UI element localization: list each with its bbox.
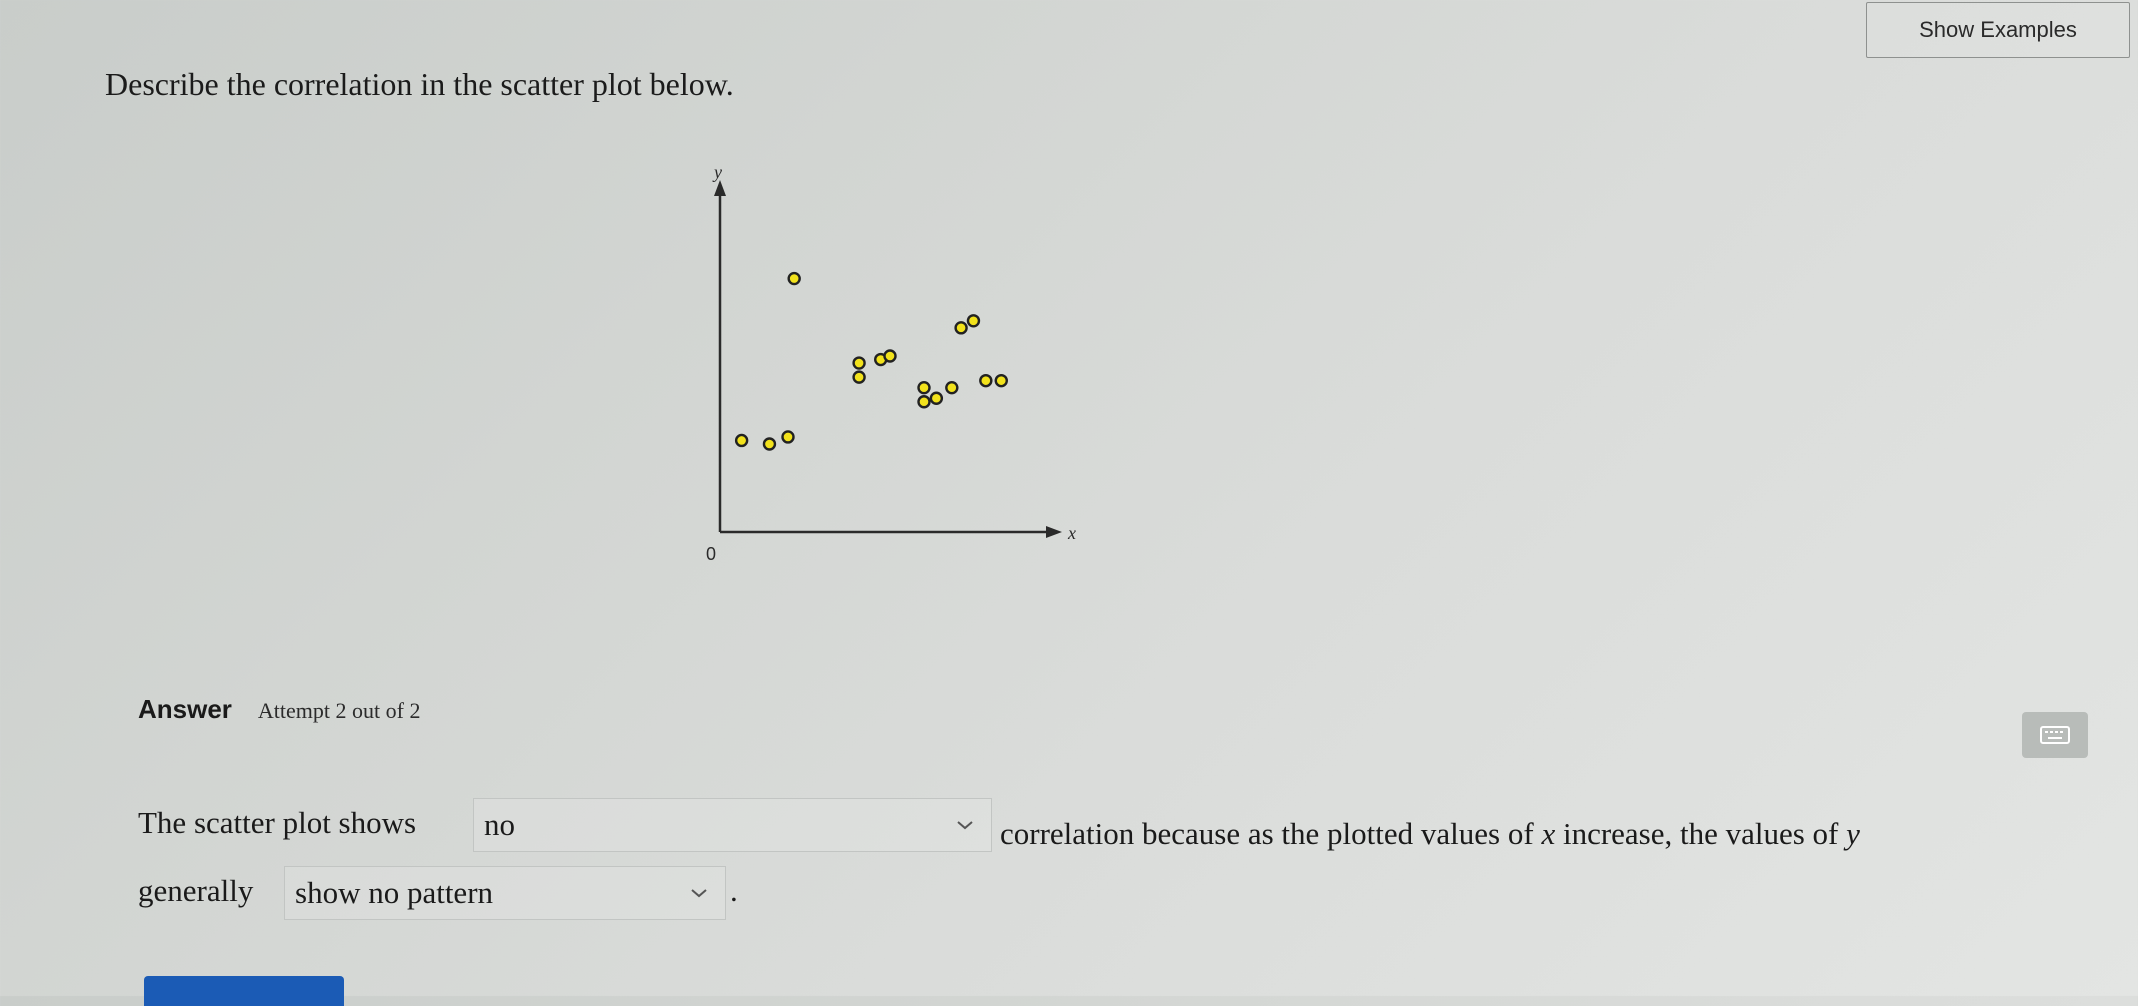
scatter-point: [781, 430, 795, 444]
submit-button[interactable]: [144, 976, 344, 1006]
scatter-point: [966, 314, 981, 328]
pattern-select[interactable]: show no pattern: [284, 866, 726, 920]
scatter-point: [762, 437, 777, 451]
scatter-point: [917, 380, 931, 395]
answer-sentence-part2-line: correlation because as the plotted value…: [1000, 816, 1860, 852]
answer-sentence-part2: correlation because as the plotted value…: [1000, 816, 1534, 851]
chevron-down-icon: [691, 889, 707, 898]
x-axis-arrow-icon: [1046, 526, 1062, 538]
y-axis-arrow-icon: [714, 180, 726, 196]
sentence-period: .: [730, 873, 738, 908]
answer-sentence-part3: increase, the values of: [1562, 816, 1839, 851]
scatter-point: [979, 373, 993, 388]
variable-x: x: [1541, 816, 1556, 851]
chevron-down-icon: [957, 821, 973, 830]
answer-sentence-part4: generally: [138, 873, 254, 908]
attempt-counter: Attempt 2 out of 2: [257, 698, 421, 723]
scatter-point: [852, 370, 866, 384]
show-examples-button[interactable]: Show Examples: [1866, 2, 2130, 58]
scatter-point: [852, 356, 866, 370]
y-axis-label: y: [712, 162, 722, 182]
plot-points: [734, 271, 1008, 451]
answer-label: Answer: [138, 694, 232, 724]
question-prompt: Describe the correlation in the scatter …: [105, 66, 734, 102]
keyboard-icon: [2040, 726, 2070, 744]
pattern-select-value: show no pattern: [295, 875, 494, 910]
scatter-point: [945, 380, 959, 395]
correlation-select[interactable]: no: [473, 798, 992, 852]
x-axis-label: x: [1067, 523, 1076, 543]
scatter-plot: y x 0: [706, 162, 1076, 564]
scatter-point: [917, 395, 931, 409]
scatter-point: [954, 321, 968, 335]
answer-sentence-part1: The scatter plot shows: [138, 805, 417, 840]
correlation-select-value: no: [484, 807, 515, 842]
scatter-point: [929, 391, 944, 405]
origin-label: 0: [706, 544, 716, 564]
scatter-point: [734, 433, 749, 448]
scatter-point: [787, 271, 801, 286]
scatter-point: [883, 349, 897, 363]
variable-y: y: [1846, 816, 1860, 851]
answer-header: Answer Attempt 2 out of 2: [138, 694, 420, 725]
keyboard-toggle-button[interactable]: [2022, 712, 2088, 758]
scatter-point: [994, 373, 1008, 388]
plot-axes: y x 0: [706, 162, 1076, 564]
